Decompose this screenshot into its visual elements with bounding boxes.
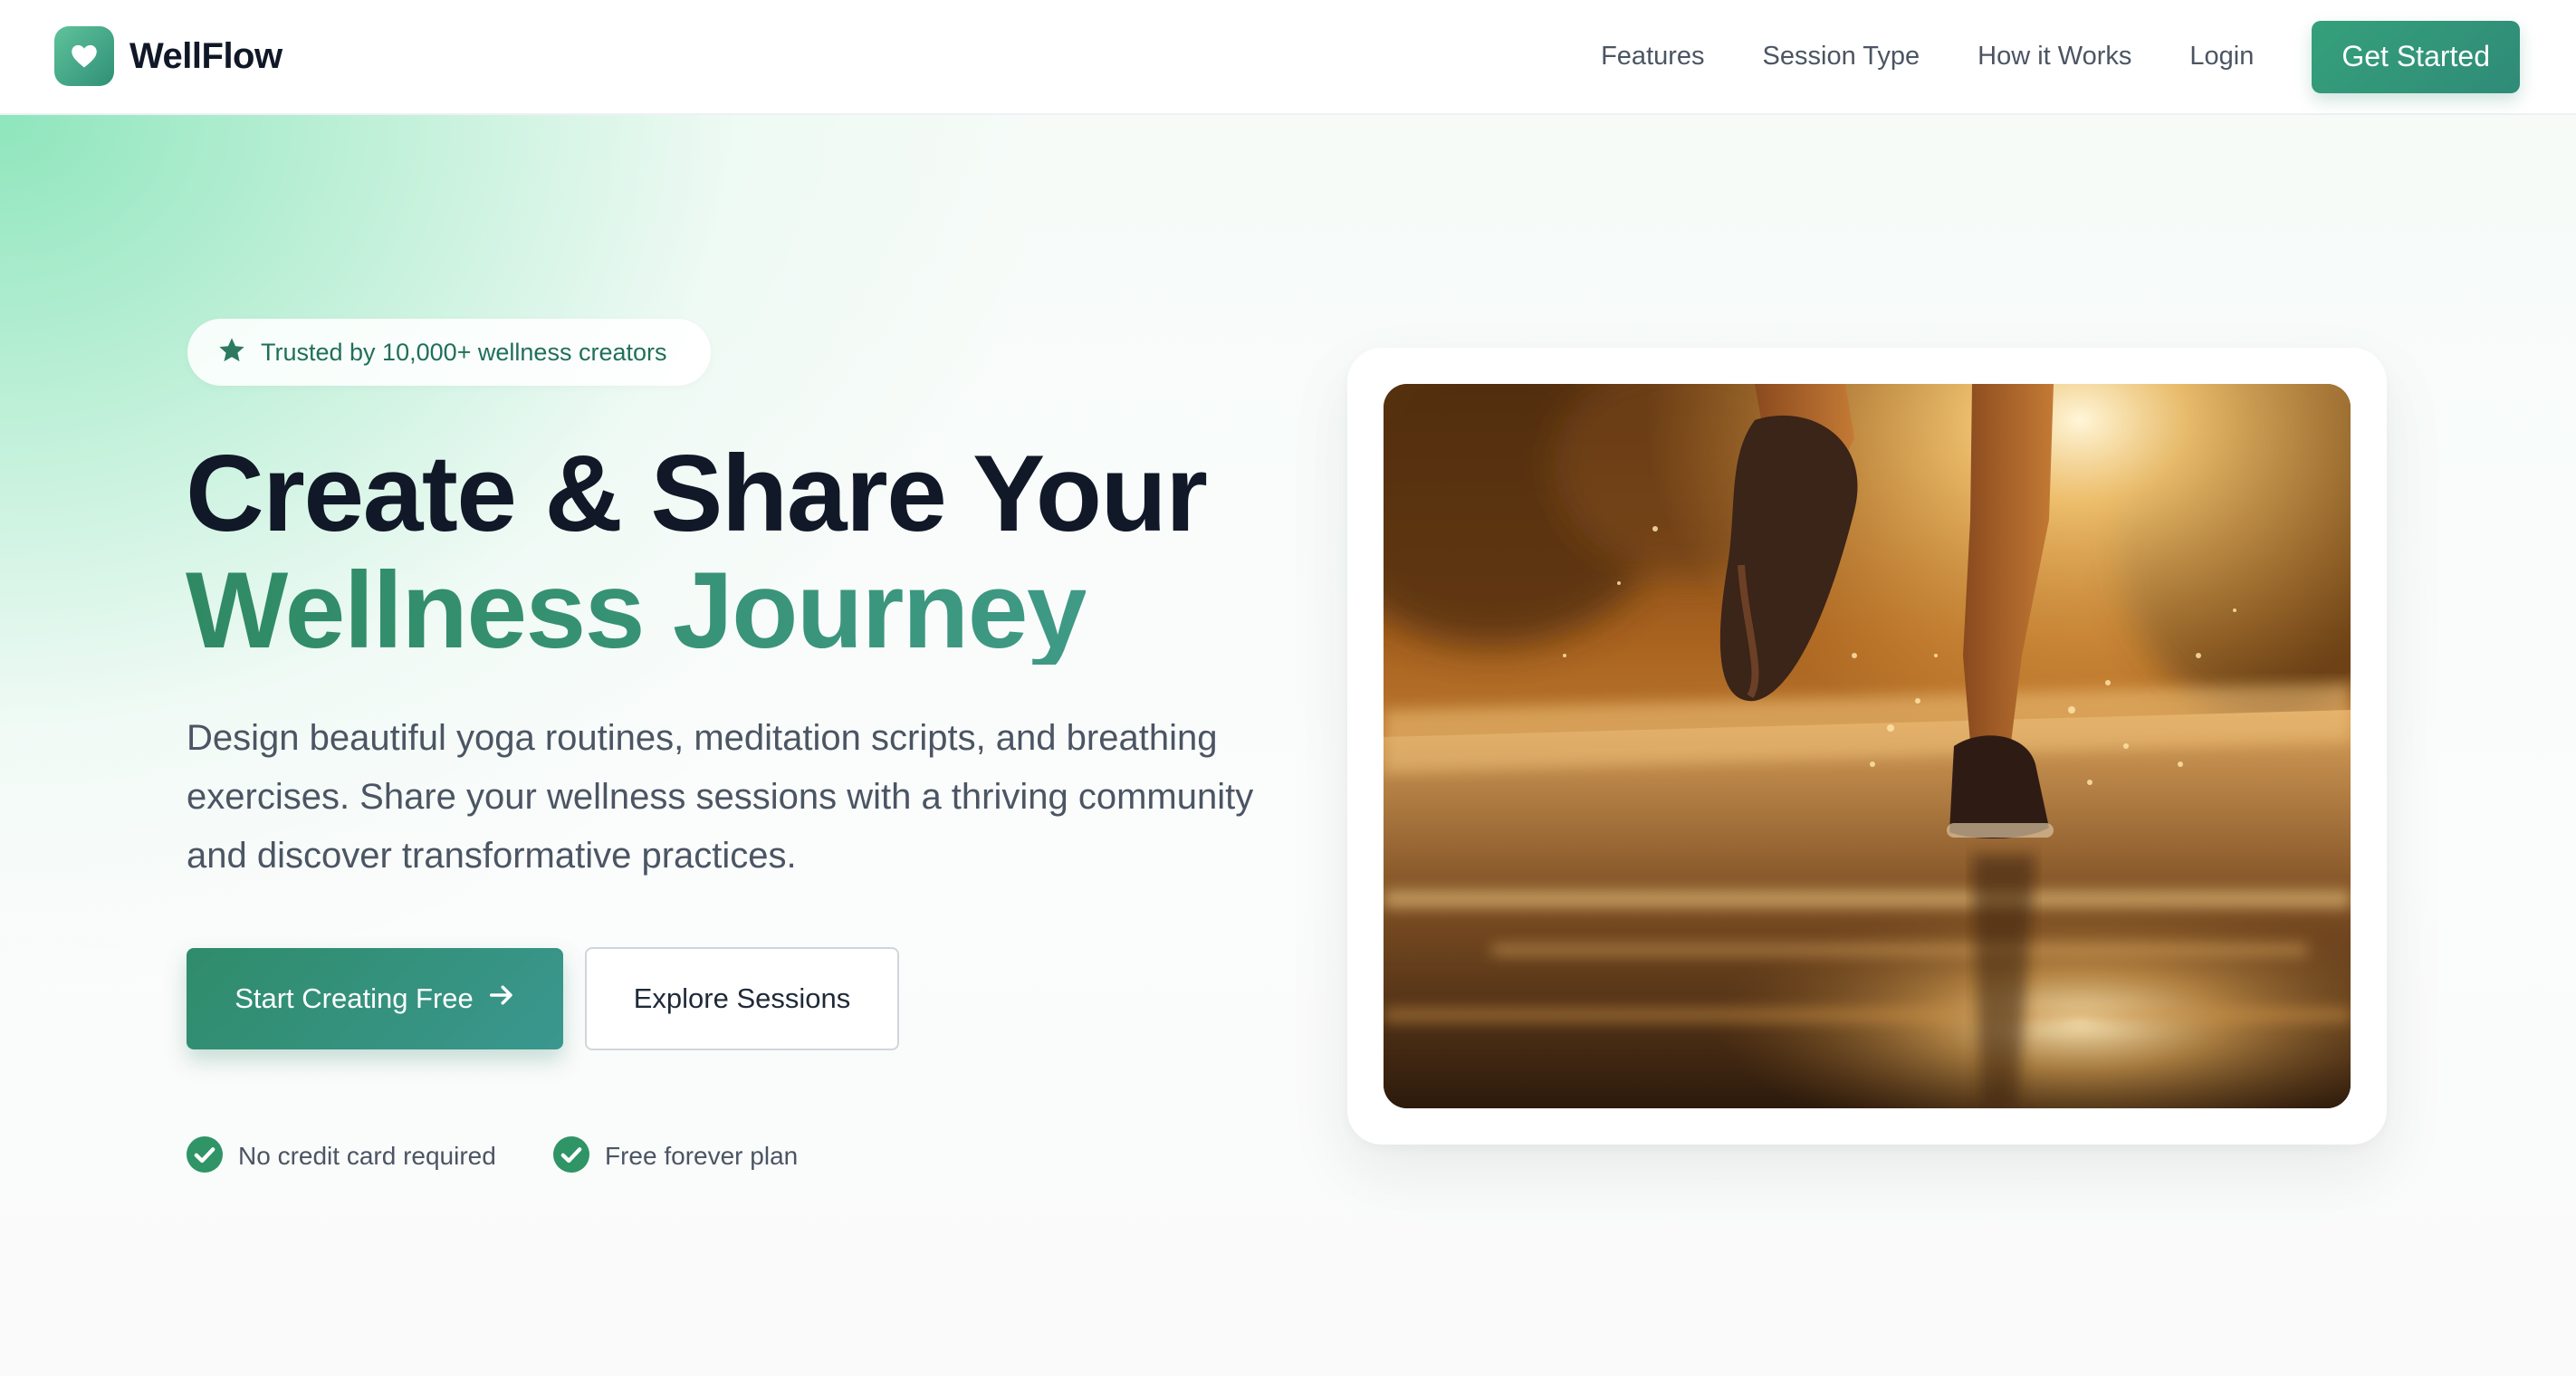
trust-badge: Trusted by 10,000+ wellness creators (187, 319, 711, 386)
perk-text: No credit card required (238, 1142, 496, 1170)
nav-link-session-type[interactable]: Session Type (1763, 42, 1920, 72)
section-divider (0, 1376, 2576, 1389)
perk-no-credit-card: No credit card required (187, 1135, 496, 1177)
check-circle-icon (187, 1135, 223, 1177)
perk-free-forever: Free forever plan (553, 1135, 799, 1177)
star-icon (217, 336, 246, 369)
nav-link-how-it-works[interactable]: How it Works (1977, 42, 2131, 72)
perk-text: Free forever plan (605, 1142, 799, 1170)
start-creating-label: Start Creating Free (235, 982, 474, 1014)
nav-link-features[interactable]: Features (1601, 42, 1704, 72)
hero-headline-line1: Create & Share Your (186, 433, 1208, 554)
get-started-button[interactable]: Get Started (2312, 20, 2520, 93)
brand-logo[interactable]: WellFlow (54, 26, 282, 86)
start-creating-button[interactable]: Start Creating Free (187, 948, 563, 1049)
brand-name: WellFlow (129, 35, 282, 76)
trust-badge-text: Trusted by 10,000+ wellness creators (261, 338, 667, 366)
hero-image (1384, 384, 2351, 1108)
hero-description: Design beautiful yoga routines, meditati… (187, 718, 1254, 876)
hero-headline-line2: Wellness Journey (186, 550, 1087, 671)
heart-icon (54, 26, 114, 86)
check-circle-icon (553, 1135, 589, 1177)
explore-sessions-button[interactable]: Explore Sessions (585, 947, 899, 1050)
hero-image-card (1347, 348, 2387, 1145)
nav-links: Features Session Type How it Works Login… (1601, 0, 2576, 113)
arrow-right-icon (488, 982, 515, 1016)
nav-link-login[interactable]: Login (2189, 42, 2254, 72)
top-navbar: WellFlow Features Session Type How it Wo… (0, 0, 2576, 115)
